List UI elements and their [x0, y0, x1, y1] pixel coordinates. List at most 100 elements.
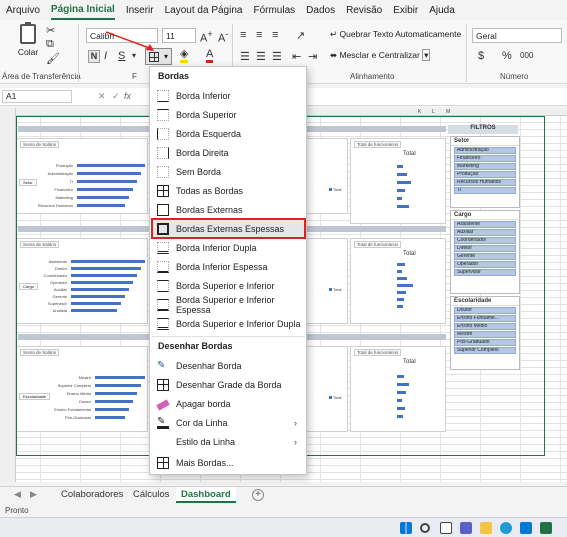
menu-item-borda-inferior[interactable]: Borda Inferior — [152, 86, 305, 105]
menu-item-borda-inferior-espessa[interactable]: Borda Inferior Espessa — [152, 257, 305, 276]
sheet-tab-calculos[interactable]: Cálculos — [128, 487, 174, 503]
scroll-right-icon[interactable]: ▶ — [30, 489, 37, 500]
tab-arquivo[interactable]: Arquivo — [6, 2, 40, 19]
status-text: Pronto — [5, 506, 29, 515]
menu-item-borda-esquerda[interactable]: Borda Esquerda — [152, 124, 305, 143]
orientation-icon[interactable]: ↗ — [296, 29, 305, 42]
search-icon[interactable] — [420, 523, 430, 533]
number-format-select[interactable]: Geral — [472, 28, 562, 43]
thick-outside-borders-icon — [157, 222, 169, 235]
tab-ajuda[interactable]: Ajuda — [429, 2, 455, 19]
menu-item-label: Todas as Bordas — [176, 185, 244, 196]
taskbar — [0, 517, 567, 537]
outside-borders-icon — [157, 203, 169, 216]
pencil-icon: ✎ — [157, 359, 166, 371]
edge-icon[interactable] — [500, 522, 512, 534]
draw-borders-section-header: Desenhar Bordas — [158, 341, 233, 351]
add-sheet-button[interactable]: + — [252, 489, 264, 501]
enter-icon[interactable]: ✓ — [112, 91, 120, 102]
excel-icon[interactable] — [540, 522, 552, 534]
divider — [78, 24, 79, 82]
file-explorer-icon[interactable] — [480, 522, 492, 534]
decrease-font-icon[interactable]: A- — [218, 29, 228, 45]
font-size-select[interactable]: 11 — [162, 28, 196, 43]
sheet-tab-dashboard[interactable]: Dashboard — [176, 487, 236, 503]
increase-indent-icon[interactable]: ⇥ — [308, 50, 317, 63]
top-bottom-border-icon — [157, 279, 169, 292]
divider — [466, 24, 467, 82]
copy-icon[interactable]: ⧉ — [46, 38, 54, 51]
menu-item-borda-superior-inferior[interactable]: Borda Superior e Inferior — [152, 276, 305, 295]
tab-pagina-inicial[interactable]: Página Inicial — [50, 1, 115, 20]
menu-item-label: Borda Superior — [176, 109, 237, 120]
cut-icon[interactable]: ✂ — [46, 24, 55, 37]
all-borders-icon — [157, 184, 169, 197]
font-group-label: F — [132, 72, 137, 81]
menu-item-desenhar-borda[interactable]: ✎ Desenhar Borda — [152, 356, 305, 375]
sheet-tab-bar: ◀ ▶ Colaboradores Cálculos Dashboard + — [0, 486, 567, 503]
menu-item-label: Apagar borda — [176, 398, 231, 409]
eraser-icon — [156, 398, 170, 411]
tab-revisao[interactable]: Revisão — [346, 2, 382, 19]
paste-label: Colar — [17, 47, 39, 57]
menu-item-todas-bordas[interactable]: Todas as Bordas — [152, 181, 305, 200]
merge-center-button[interactable]: ⬌ Mesclar e Centralizar ▾ — [330, 49, 431, 61]
tab-dados[interactable]: Dados — [306, 2, 335, 19]
align-middle-icon[interactable]: ≡ — [256, 29, 262, 41]
chevron-right-icon: › — [294, 436, 297, 447]
wrap-text-button[interactable]: ↵ Quebrar Texto Automaticamente — [330, 29, 461, 40]
menu-item-bordas-externas-espessas[interactable]: Bordas Externas Espessas — [151, 218, 306, 239]
chevron-right-icon: › — [294, 417, 297, 428]
menu-item-desenhar-grade[interactable]: Desenhar Grade da Borda — [152, 375, 305, 394]
scroll-left-icon[interactable]: ◀ — [14, 489, 21, 500]
menu-item-mais-bordas[interactable]: Mais Bordas... — [152, 453, 305, 472]
clipboard-icon — [20, 22, 36, 44]
align-bottom-icon[interactable]: ≡ — [272, 29, 278, 41]
tab-layout[interactable]: Layout da Página — [165, 2, 243, 19]
format-painter-icon[interactable]: 🖌 — [46, 52, 60, 65]
chat-icon[interactable] — [460, 522, 472, 534]
thousands-button[interactable]: 000 — [520, 51, 533, 60]
menu-item-borda-superior-inferior-espessa[interactable]: Borda Superior e Inferior Espessa — [152, 294, 305, 315]
menu-item-estilo-linha[interactable]: Estilo da Linha › — [152, 432, 305, 451]
menu-item-borda-inferior-dupla[interactable]: Borda Inferior Dupla — [152, 238, 305, 257]
align-left-icon[interactable]: ☰ — [240, 50, 250, 63]
cancel-icon[interactable]: ✕ — [98, 91, 106, 102]
name-box[interactable]: A1 — [2, 90, 72, 103]
wrap-text-label: Quebrar Texto Automaticamente — [339, 29, 462, 39]
menu-item-label: Borda Esquerda — [176, 128, 242, 139]
fill-color-icon[interactable]: ◈ — [180, 49, 189, 63]
column-label-k: K — [418, 109, 422, 115]
align-top-icon[interactable]: ≡ — [240, 29, 246, 41]
currency-button[interactable]: $ — [478, 50, 484, 62]
fx-icon[interactable]: fx — [124, 91, 131, 101]
no-border-icon — [157, 165, 169, 178]
font-color-icon[interactable]: A — [206, 49, 214, 63]
task-view-icon[interactable] — [440, 522, 452, 534]
align-center-icon[interactable]: ☰ — [256, 50, 266, 63]
align-right-icon[interactable]: ☰ — [272, 50, 282, 63]
menu-item-sem-borda[interactable]: Sem Borda — [152, 162, 305, 181]
increase-font-icon[interactable]: A+ — [200, 29, 213, 45]
percent-button[interactable]: % — [502, 50, 512, 62]
menu-item-borda-superior[interactable]: Borda Superior — [152, 105, 305, 124]
menu-item-cor-linha[interactable]: ✎ Cor da Linha › — [152, 413, 305, 432]
menu-item-bordas-externas[interactable]: Bordas Externas — [152, 200, 305, 219]
paste-button[interactable]: Colar — [14, 22, 42, 66]
annotation-arrow — [105, 31, 154, 51]
tab-exibir[interactable]: Exibir — [393, 2, 418, 19]
decrease-indent-icon[interactable]: ⇤ — [292, 50, 301, 63]
tab-formulas[interactable]: Fórmulas — [253, 2, 295, 19]
store-icon[interactable] — [520, 522, 532, 534]
menu-item-label: Borda Superior e Inferior Espessa — [176, 294, 275, 315]
tab-inserir[interactable]: Inserir — [126, 2, 154, 19]
menu-item-borda-direita[interactable]: Borda Direita — [152, 143, 305, 162]
alignment-group-label: Alinhamento — [350, 72, 395, 81]
ribbon-tabs: Arquivo Página Inicial Inserir Layout da… — [0, 0, 567, 20]
bold-button[interactable]: N — [88, 50, 100, 63]
menu-item-label: Borda Inferior Dupla — [176, 242, 257, 253]
windows-start-icon[interactable] — [400, 522, 412, 534]
menu-item-apagar-borda[interactable]: Apagar borda — [152, 394, 305, 413]
menu-item-borda-superior-inferior-dupla[interactable]: Borda Superior e Inferior Dupla — [152, 314, 305, 333]
sheet-tab-colaboradores[interactable]: Colaboradores — [56, 487, 128, 503]
